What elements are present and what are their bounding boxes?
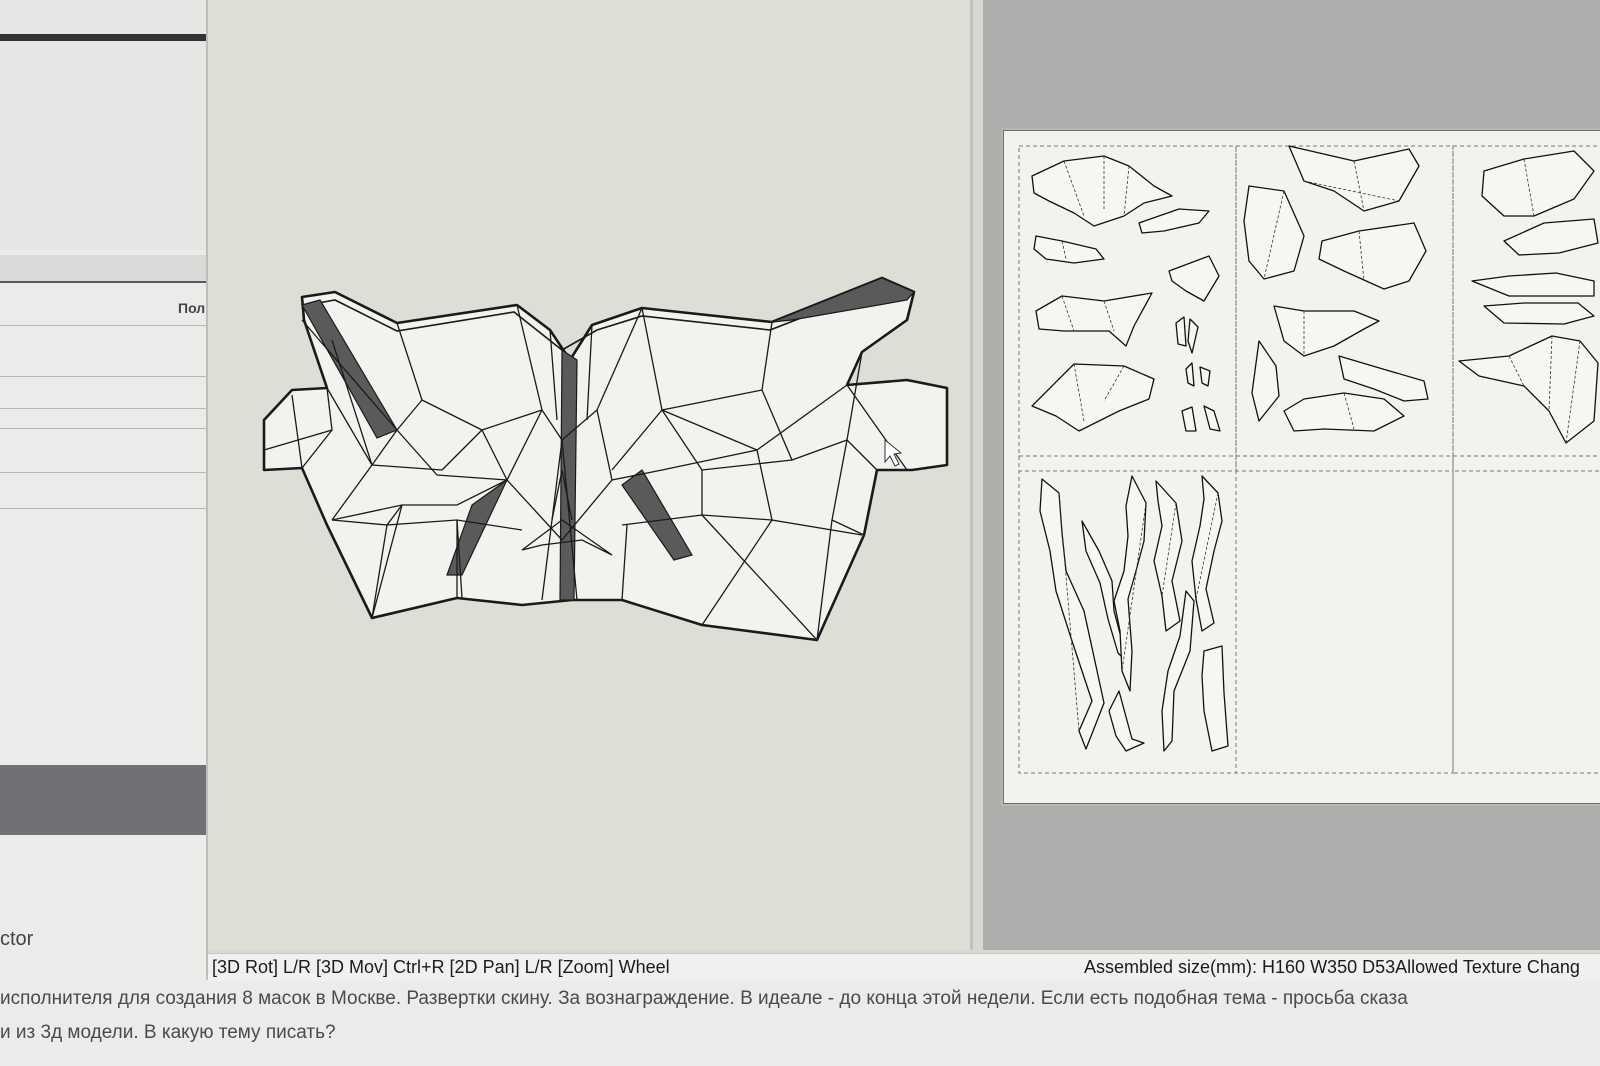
forum-row-divider (0, 376, 212, 377)
controls-hint-text: [3D Rot] L/R [3D Mov] Ctrl+R [2D Pan] L/… (212, 957, 670, 977)
mask-3d-model[interactable] (208, 0, 970, 950)
forum-post-text-line: исполнителя для создания 8 масок в Москв… (0, 988, 1408, 1009)
unfolded-part (1483, 302, 1595, 325)
mask-outline (262, 276, 949, 642)
unfolded-part (1181, 406, 1197, 432)
unfolded-part (1243, 185, 1305, 280)
unfolded-part (1108, 690, 1145, 752)
unfolded-part (1039, 478, 1105, 750)
unfolded-part (1288, 145, 1420, 212)
unfolded-part (1318, 222, 1427, 290)
forum-row-divider (0, 408, 212, 409)
unfolded-part (1033, 235, 1105, 264)
unfolded-part (1031, 155, 1173, 227)
assembled-size-text: Assembled size(mm): H160 W350 D53Allowed… (1084, 957, 1580, 977)
forum-header-bar (0, 34, 212, 41)
unfolded-part (1273, 305, 1380, 357)
unfolded-part (1185, 362, 1195, 387)
unfolded-part (1251, 340, 1280, 422)
status-bar: [3D Rot] L/R [3D Mov] Ctrl+R [2D Pan] L/… (208, 953, 1600, 981)
unfolded-part (1458, 335, 1599, 444)
forum-table-header (0, 255, 212, 283)
unfolded-part (1471, 272, 1595, 297)
unfolded-part (1203, 405, 1221, 432)
print-page-border (1235, 455, 1454, 774)
unfolded-part (1138, 208, 1210, 234)
print-page-border (1452, 455, 1600, 774)
forum-row-divider (0, 508, 212, 509)
unfolded-part (1503, 218, 1599, 256)
unfolded-part (1201, 645, 1229, 752)
unfolded-part (1113, 475, 1147, 692)
unfolded-part (1175, 316, 1187, 347)
forum-column-label: Пол (178, 300, 206, 316)
forum-post-text-line: и из 3д модели. В какую тему писать? (0, 1022, 336, 1043)
forum-row-divider (0, 428, 212, 429)
unfolded-part (1191, 475, 1223, 632)
unfolded-part (1031, 363, 1155, 432)
viewport-3d[interactable] (208, 0, 973, 950)
forum-row-divider (0, 325, 212, 326)
unfolded-parts-layout[interactable] (1004, 131, 1600, 803)
unfolded-part (1199, 366, 1211, 387)
unfolded-part (1187, 318, 1199, 354)
unfolded-part (1035, 292, 1153, 347)
unfolded-part (1283, 392, 1405, 432)
forum-footer-band (0, 765, 212, 835)
viewport-2d[interactable] (983, 0, 1600, 950)
forum-row-divider (0, 472, 212, 473)
unfolded-part (1153, 480, 1183, 632)
forum-snippet: ctor (0, 928, 34, 950)
forum-top-area (0, 0, 212, 250)
pepakura-window: [3D Rot] L/R [3D Mov] Ctrl+R [2D Pan] L/… (206, 0, 1600, 981)
pattern-sheet[interactable] (1003, 130, 1600, 804)
unfolded-part (1168, 255, 1220, 302)
unfolded-part (1481, 150, 1595, 217)
